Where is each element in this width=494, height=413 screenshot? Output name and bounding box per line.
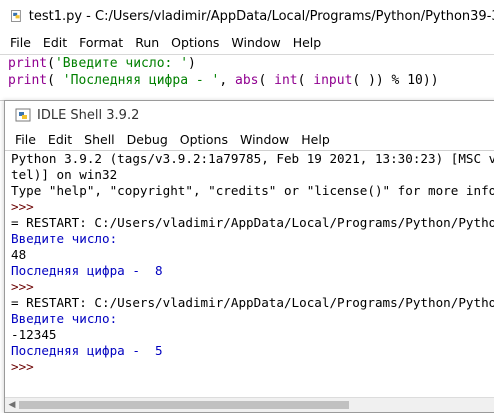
code-punct: ( [47, 56, 55, 71]
code-string: 'Введите число: ' [54, 56, 189, 71]
code-punct: , [219, 73, 235, 88]
code-keyword: print [8, 56, 48, 71]
code-punct: ( )) % 10)) [352, 73, 439, 88]
code-keyword: int [274, 73, 298, 88]
shell-restart-line: = RESTART: C:/Users/vladimir/AppData/Loc… [11, 215, 494, 230]
code-punct: ( [258, 73, 275, 88]
code-punct: ( [297, 73, 314, 88]
code-keyword: abs [235, 73, 259, 88]
editor-menu-edit[interactable]: Edit [43, 35, 67, 50]
shell-user-input: -12345 [11, 327, 57, 342]
python-shell-icon [15, 108, 31, 122]
code-keyword: print [8, 73, 48, 88]
editor-menu-options[interactable]: Options [171, 35, 219, 50]
shell-menu-file[interactable]: File [15, 132, 36, 147]
shell-window: IDLE Shell 3.9.2 File Edit Shell Debug O… [4, 100, 494, 413]
editor-titlebar[interactable]: test1.py - C:/Users/vladimir/AppData/Loc… [0, 0, 494, 32]
code-keyword: input [313, 73, 353, 88]
editor-window: test1.py - C:/Users/vladimir/AppData/Loc… [0, 0, 494, 101]
shell-menu-window[interactable]: Window [240, 132, 289, 147]
shell-menu-edit[interactable]: Edit [48, 132, 72, 147]
shell-prompt: >>> [11, 279, 34, 294]
horizontal-scrollbar[interactable]: ◀ [5, 397, 494, 412]
shell-menu-options[interactable]: Options [180, 132, 228, 147]
editor-menu-window[interactable]: Window [231, 35, 280, 50]
shell-stdout-line: Введите число: [11, 231, 118, 246]
shell-menubar: File Edit Shell Debug Options Window Hel… [5, 129, 494, 149]
shell-menu-shell[interactable]: Shell [84, 132, 115, 147]
shell-menu-help[interactable]: Help [301, 132, 330, 147]
shell-line: Python 3.9.2 (tags/v3.9.2:1a79785, Feb 1… [11, 151, 494, 166]
editor-title: test1.py - C:/Users/vladimir/AppData/Loc… [28, 8, 494, 24]
shell-line: tel)] on win32 [11, 167, 118, 182]
shell-stdout-line: Введите число: [11, 311, 118, 326]
code-punct: ) [188, 56, 196, 71]
shell-titlebar[interactable]: IDLE Shell 3.9.2 [5, 101, 494, 129]
shell-restart-line: = RESTART: C:/Users/vladimir/AppData/Loc… [11, 295, 494, 310]
editor-code-area[interactable]: print('Введите число: ') print( 'Последн… [0, 54, 494, 99]
editor-menubar: File Edit Format Run Options Window Help [0, 32, 494, 52]
scrollbar-thumb[interactable] [19, 401, 349, 409]
shell-stdout-line: Последняя цифра - 5 [11, 343, 163, 358]
editor-menu-format[interactable]: Format [79, 35, 123, 50]
code-line-2[interactable]: print( 'Последняя цифра - ', abs( int( i… [0, 72, 494, 89]
scroll-left-icon[interactable]: ◀ [6, 399, 18, 411]
shell-prompt[interactable]: >>> [5, 359, 494, 375]
code-string: 'Последняя цифра - ' [62, 73, 220, 88]
editor-menu-help[interactable]: Help [293, 35, 322, 50]
shell-output-area[interactable]: Python 3.9.2 (tags/v3.9.2:1a79785, Feb 1… [5, 150, 494, 412]
python-file-icon [11, 10, 21, 22]
shell-line: Type "help", "copyright", "credits" or "… [11, 183, 494, 198]
shell-menu-debug[interactable]: Debug [127, 132, 168, 147]
shell-title: IDLE Shell 3.9.2 [37, 107, 140, 123]
shell-prompt: >>> [11, 199, 34, 214]
code-line-1[interactable]: print('Введите число: ') [0, 55, 494, 72]
shell-user-input: 48 [11, 247, 27, 262]
editor-menu-run[interactable]: Run [135, 35, 159, 50]
code-punct: ( [47, 73, 63, 88]
shell-stdout-line: Последняя цифра - 8 [11, 263, 163, 278]
editor-menu-file[interactable]: File [10, 35, 31, 50]
